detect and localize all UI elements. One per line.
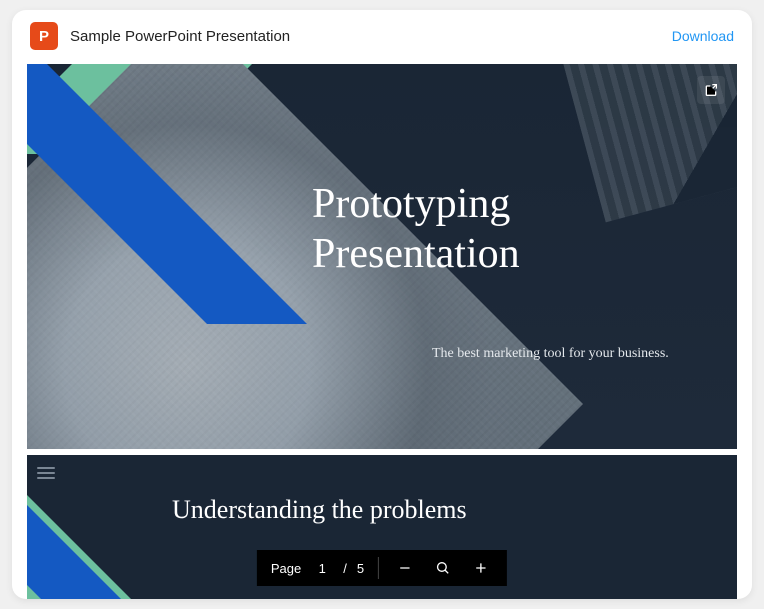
app-glyph: P xyxy=(39,28,49,45)
page-label: Page xyxy=(271,561,301,576)
document-title: Sample PowerPoint Presentation xyxy=(70,28,660,45)
page-indicator: Page / 5 xyxy=(257,550,378,586)
slide-1: Prototyping Presentation The best market… xyxy=(27,64,737,449)
slide-1-title: Prototyping Presentation xyxy=(312,179,520,280)
zoom-reset-button[interactable] xyxy=(431,556,455,580)
zoom-out-button[interactable] xyxy=(393,556,417,580)
download-link[interactable]: Download xyxy=(672,28,734,44)
magnifier-icon xyxy=(435,560,451,576)
menu-icon[interactable] xyxy=(33,463,59,483)
minus-icon xyxy=(397,560,413,576)
slide-2-title: Understanding the problems xyxy=(172,495,467,525)
open-in-new-icon xyxy=(703,82,719,98)
zoom-controls xyxy=(379,550,507,586)
plus-icon xyxy=(473,560,489,576)
current-page-input[interactable] xyxy=(311,561,333,576)
powerpoint-icon: P xyxy=(30,22,58,50)
slide-viewer: Prototyping Presentation The best market… xyxy=(27,64,737,599)
page-controls: Page / 5 xyxy=(257,550,507,586)
presentation-preview-card: P Sample PowerPoint Presentation Downloa… xyxy=(12,10,752,599)
total-pages: 5 xyxy=(357,561,364,576)
slide-1-title-line-1: Prototyping xyxy=(312,181,510,227)
expand-button[interactable] xyxy=(697,76,725,104)
zoom-in-button[interactable] xyxy=(469,556,493,580)
page-separator: / xyxy=(343,561,347,576)
header: P Sample PowerPoint Presentation Downloa… xyxy=(12,10,752,64)
slide-1-subtitle: The best marketing tool for your busines… xyxy=(432,346,669,362)
slide-1-title-line-2: Presentation xyxy=(312,231,520,277)
